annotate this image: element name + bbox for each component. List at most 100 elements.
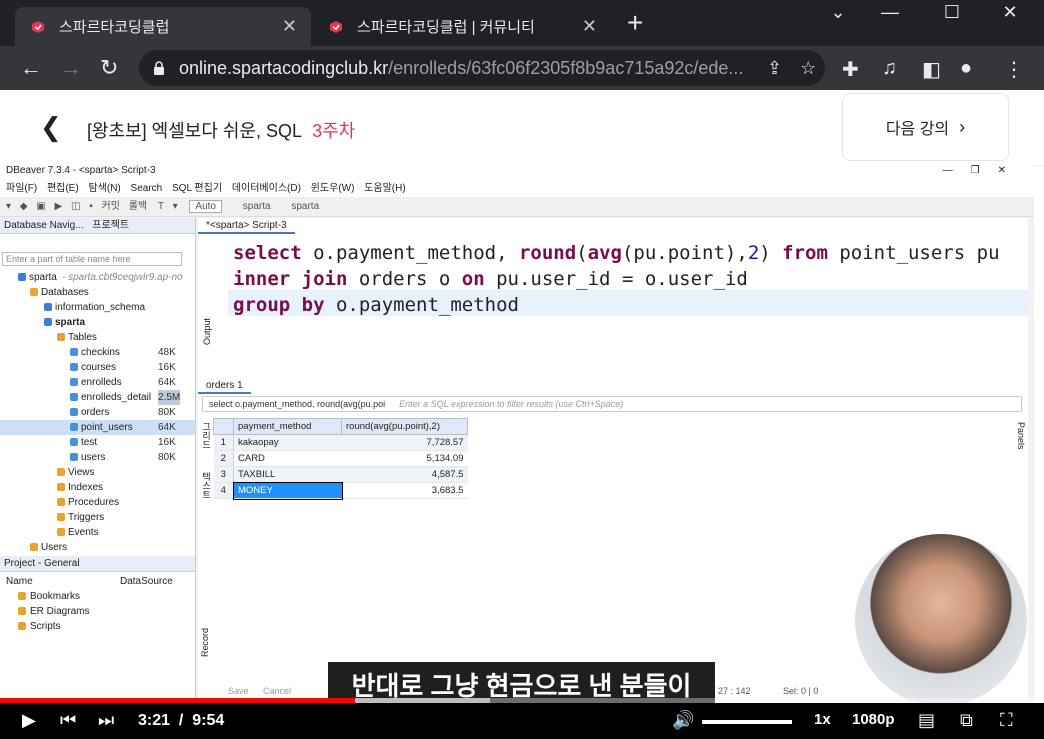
- browser-tab-community[interactable]: 스파르타코딩클럽 | 커뮤니티 ✕: [313, 7, 611, 46]
- grid-side-label[interactable]: 그리드: [200, 422, 213, 449]
- profile-avatar-icon[interactable]: ●: [960, 57, 972, 80]
- side-panel-icon[interactable]: ◧: [922, 57, 941, 82]
- tree-table[interactable]: checkins 48K: [0, 345, 195, 360]
- reload-icon[interactable]: ↻: [100, 57, 118, 79]
- chevron-down-icon[interactable]: ⌄: [818, 2, 858, 23]
- table-row[interactable]: 2 CARD 5,134.09: [213, 450, 468, 467]
- result-tab[interactable]: orders 1: [198, 378, 251, 394]
- address-bar: ← → ↻ online.spartacodingclub.kr/enrolle…: [0, 46, 1044, 90]
- close-icon[interactable]: ✕: [582, 16, 597, 37]
- table-filter-input[interactable]: Enter a part of table name here: [2, 252, 182, 266]
- tree-tables[interactable]: Tables: [0, 330, 195, 345]
- tab-projects[interactable]: 프로젝트: [92, 220, 129, 231]
- table-row[interactable]: 3 TAXBILL 4,587.5: [213, 466, 468, 483]
- webcam-overlay: [855, 534, 1027, 706]
- column-header[interactable]: payment_method: [233, 418, 342, 435]
- text-side-label[interactable]: 텍스트: [200, 472, 213, 499]
- tree-users[interactable]: Users: [0, 540, 195, 555]
- tree-connection[interactable]: sparta - sparta.cbt9ceqjwlr9.ap-no: [0, 270, 195, 285]
- more-menu-icon[interactable]: ⋮: [1004, 57, 1024, 82]
- sql-code[interactable]: select o.payment_method, round(avg(pu.po…: [233, 240, 1000, 318]
- menu-edit[interactable]: 편집(E): [47, 183, 79, 194]
- menu-file[interactable]: 파일(F): [6, 183, 37, 194]
- output-side-label[interactable]: Output: [202, 318, 212, 345]
- extensions-icon[interactable]: ✚: [842, 57, 859, 82]
- tree-folder[interactable]: Indexes: [0, 480, 195, 495]
- tree-databases[interactable]: Databases: [0, 285, 195, 300]
- tree-schema-information[interactable]: information_schema: [0, 300, 195, 315]
- share-icon[interactable]: ⇪: [767, 58, 782, 79]
- menu-navigate[interactable]: 탐색(N): [88, 183, 120, 194]
- sparta-favicon-icon: [330, 20, 342, 33]
- column-header[interactable]: round(avg(pu.point),2): [341, 418, 468, 435]
- save-button[interactable]: Save: [228, 686, 249, 696]
- close-icon[interactable]: ✕: [282, 16, 297, 37]
- script-tab[interactable]: *<sparta> Script-3: [198, 218, 295, 234]
- url-omnibox[interactable]: online.spartacodingclub.kr/enrolleds/63f…: [139, 50, 825, 86]
- project-item[interactable]: Scripts: [0, 619, 195, 634]
- navigator-tabs: Database Navig... 프로젝트: [0, 218, 195, 234]
- media-control-icon[interactable]: ♫: [882, 57, 897, 80]
- record-side-label[interactable]: Record: [200, 628, 210, 657]
- tree-table-selected[interactable]: point_users 64K: [0, 420, 195, 435]
- fullscreen-icon[interactable]: ⛶: [1000, 709, 1013, 731]
- minimize-icon[interactable]: —: [870, 2, 910, 23]
- maximize-icon[interactable]: ☐: [932, 2, 972, 23]
- browser-tab-active[interactable]: 스파르타코딩클럽 ✕: [15, 7, 311, 46]
- project-item[interactable]: Bookmarks: [0, 589, 195, 604]
- window-close-icon[interactable]: ✕: [990, 2, 1030, 23]
- previous-icon[interactable]: ⏮: [60, 709, 76, 731]
- sql-editor[interactable]: *<sparta> Script-3 select o.payment_meth…: [198, 218, 1028, 378]
- result-filter-bar[interactable]: select o.payment_method, round(avg(pu.po…: [202, 396, 1022, 412]
- video-time: 3:21 / 9:54: [138, 712, 225, 729]
- dbeaver-title: DBeaver 7.3.4 - <sparta> Script-3 —❐✕: [0, 162, 1034, 180]
- project-tab[interactable]: Project - General: [0, 556, 195, 572]
- navigator-tree: sparta - sparta.cbt9ceqjwlr9.ap-no Databa…: [0, 270, 195, 555]
- tree-table[interactable]: test 16K: [0, 435, 195, 450]
- new-tab-icon[interactable]: +: [627, 8, 643, 38]
- panels-side-label[interactable]: Panels: [1016, 422, 1026, 450]
- tree-table[interactable]: courses 16K: [0, 360, 195, 375]
- menu-sql-editor[interactable]: SQL 편집기: [172, 183, 222, 194]
- speed-button[interactable]: 1x: [814, 709, 831, 731]
- miniplayer-icon[interactable]: ⧉: [960, 709, 973, 731]
- bookmark-star-icon[interactable]: ☆: [800, 58, 816, 79]
- back-chevron-icon[interactable]: ❮: [40, 114, 62, 140]
- rollback-button[interactable]: 롤백: [129, 201, 147, 212]
- transaction-mode-select[interactable]: Auto: [189, 200, 222, 213]
- tab-database-navigator[interactable]: Database Navig...: [4, 220, 84, 231]
- tree-folder[interactable]: Procedures: [0, 495, 195, 510]
- browser-tab-bar: 스파르타코딩클럽 ✕ 스파르타코딩클럽 | 커뮤니티 ✕ + ⌄ — ☐ ✕: [0, 0, 1044, 46]
- project-item[interactable]: ER Diagrams: [0, 604, 195, 619]
- menu-window[interactable]: 윈도우(W): [311, 183, 355, 194]
- tree-folder[interactable]: Views: [0, 465, 195, 480]
- volume-icon[interactable]: 🔊: [672, 709, 694, 731]
- menu-database[interactable]: 데이터베이스(D): [232, 183, 301, 194]
- menu-help[interactable]: 도움말(H): [364, 183, 405, 194]
- tree-table[interactable]: orders 80K: [0, 405, 195, 420]
- menu-search[interactable]: Search: [131, 183, 163, 194]
- table-row[interactable]: 4 MONEY 3,683.5: [213, 481, 468, 500]
- quality-button[interactable]: 1080p: [852, 709, 895, 731]
- tree-schema-sparta[interactable]: sparta: [0, 315, 195, 330]
- schema-select[interactable]: sparta: [291, 201, 319, 212]
- tree-table[interactable]: enrolleds 64K: [0, 375, 195, 390]
- datasource-select[interactable]: sparta: [243, 201, 271, 212]
- tree-folder[interactable]: Triggers: [0, 510, 195, 525]
- tree-table[interactable]: users 80K: [0, 450, 195, 465]
- project-pane: Project - General Name DataSource Bookmar…: [0, 556, 196, 702]
- table-row[interactable]: 1 kakaopay 7,728.57: [213, 434, 468, 451]
- commit-button[interactable]: 커밋: [102, 201, 120, 212]
- forward-arrow-icon[interactable]: →: [60, 57, 82, 79]
- cancel-button[interactable]: Cancel: [263, 686, 291, 696]
- next-icon[interactable]: ⏭: [98, 709, 114, 731]
- selected-cell[interactable]: MONEY: [232, 481, 343, 500]
- tree-table[interactable]: enrolleds_detail 2.5M: [0, 390, 195, 405]
- next-lecture-button[interactable]: 다음 강의 ›: [842, 93, 1009, 161]
- play-icon[interactable]: ▶: [22, 709, 36, 731]
- captions-icon[interactable]: ▤: [918, 709, 935, 731]
- volume-slider[interactable]: [702, 720, 792, 724]
- tab-label: 스파르타코딩클럽: [59, 19, 170, 36]
- tree-folder[interactable]: Events: [0, 525, 195, 540]
- back-arrow-icon[interactable]: ←: [20, 57, 42, 79]
